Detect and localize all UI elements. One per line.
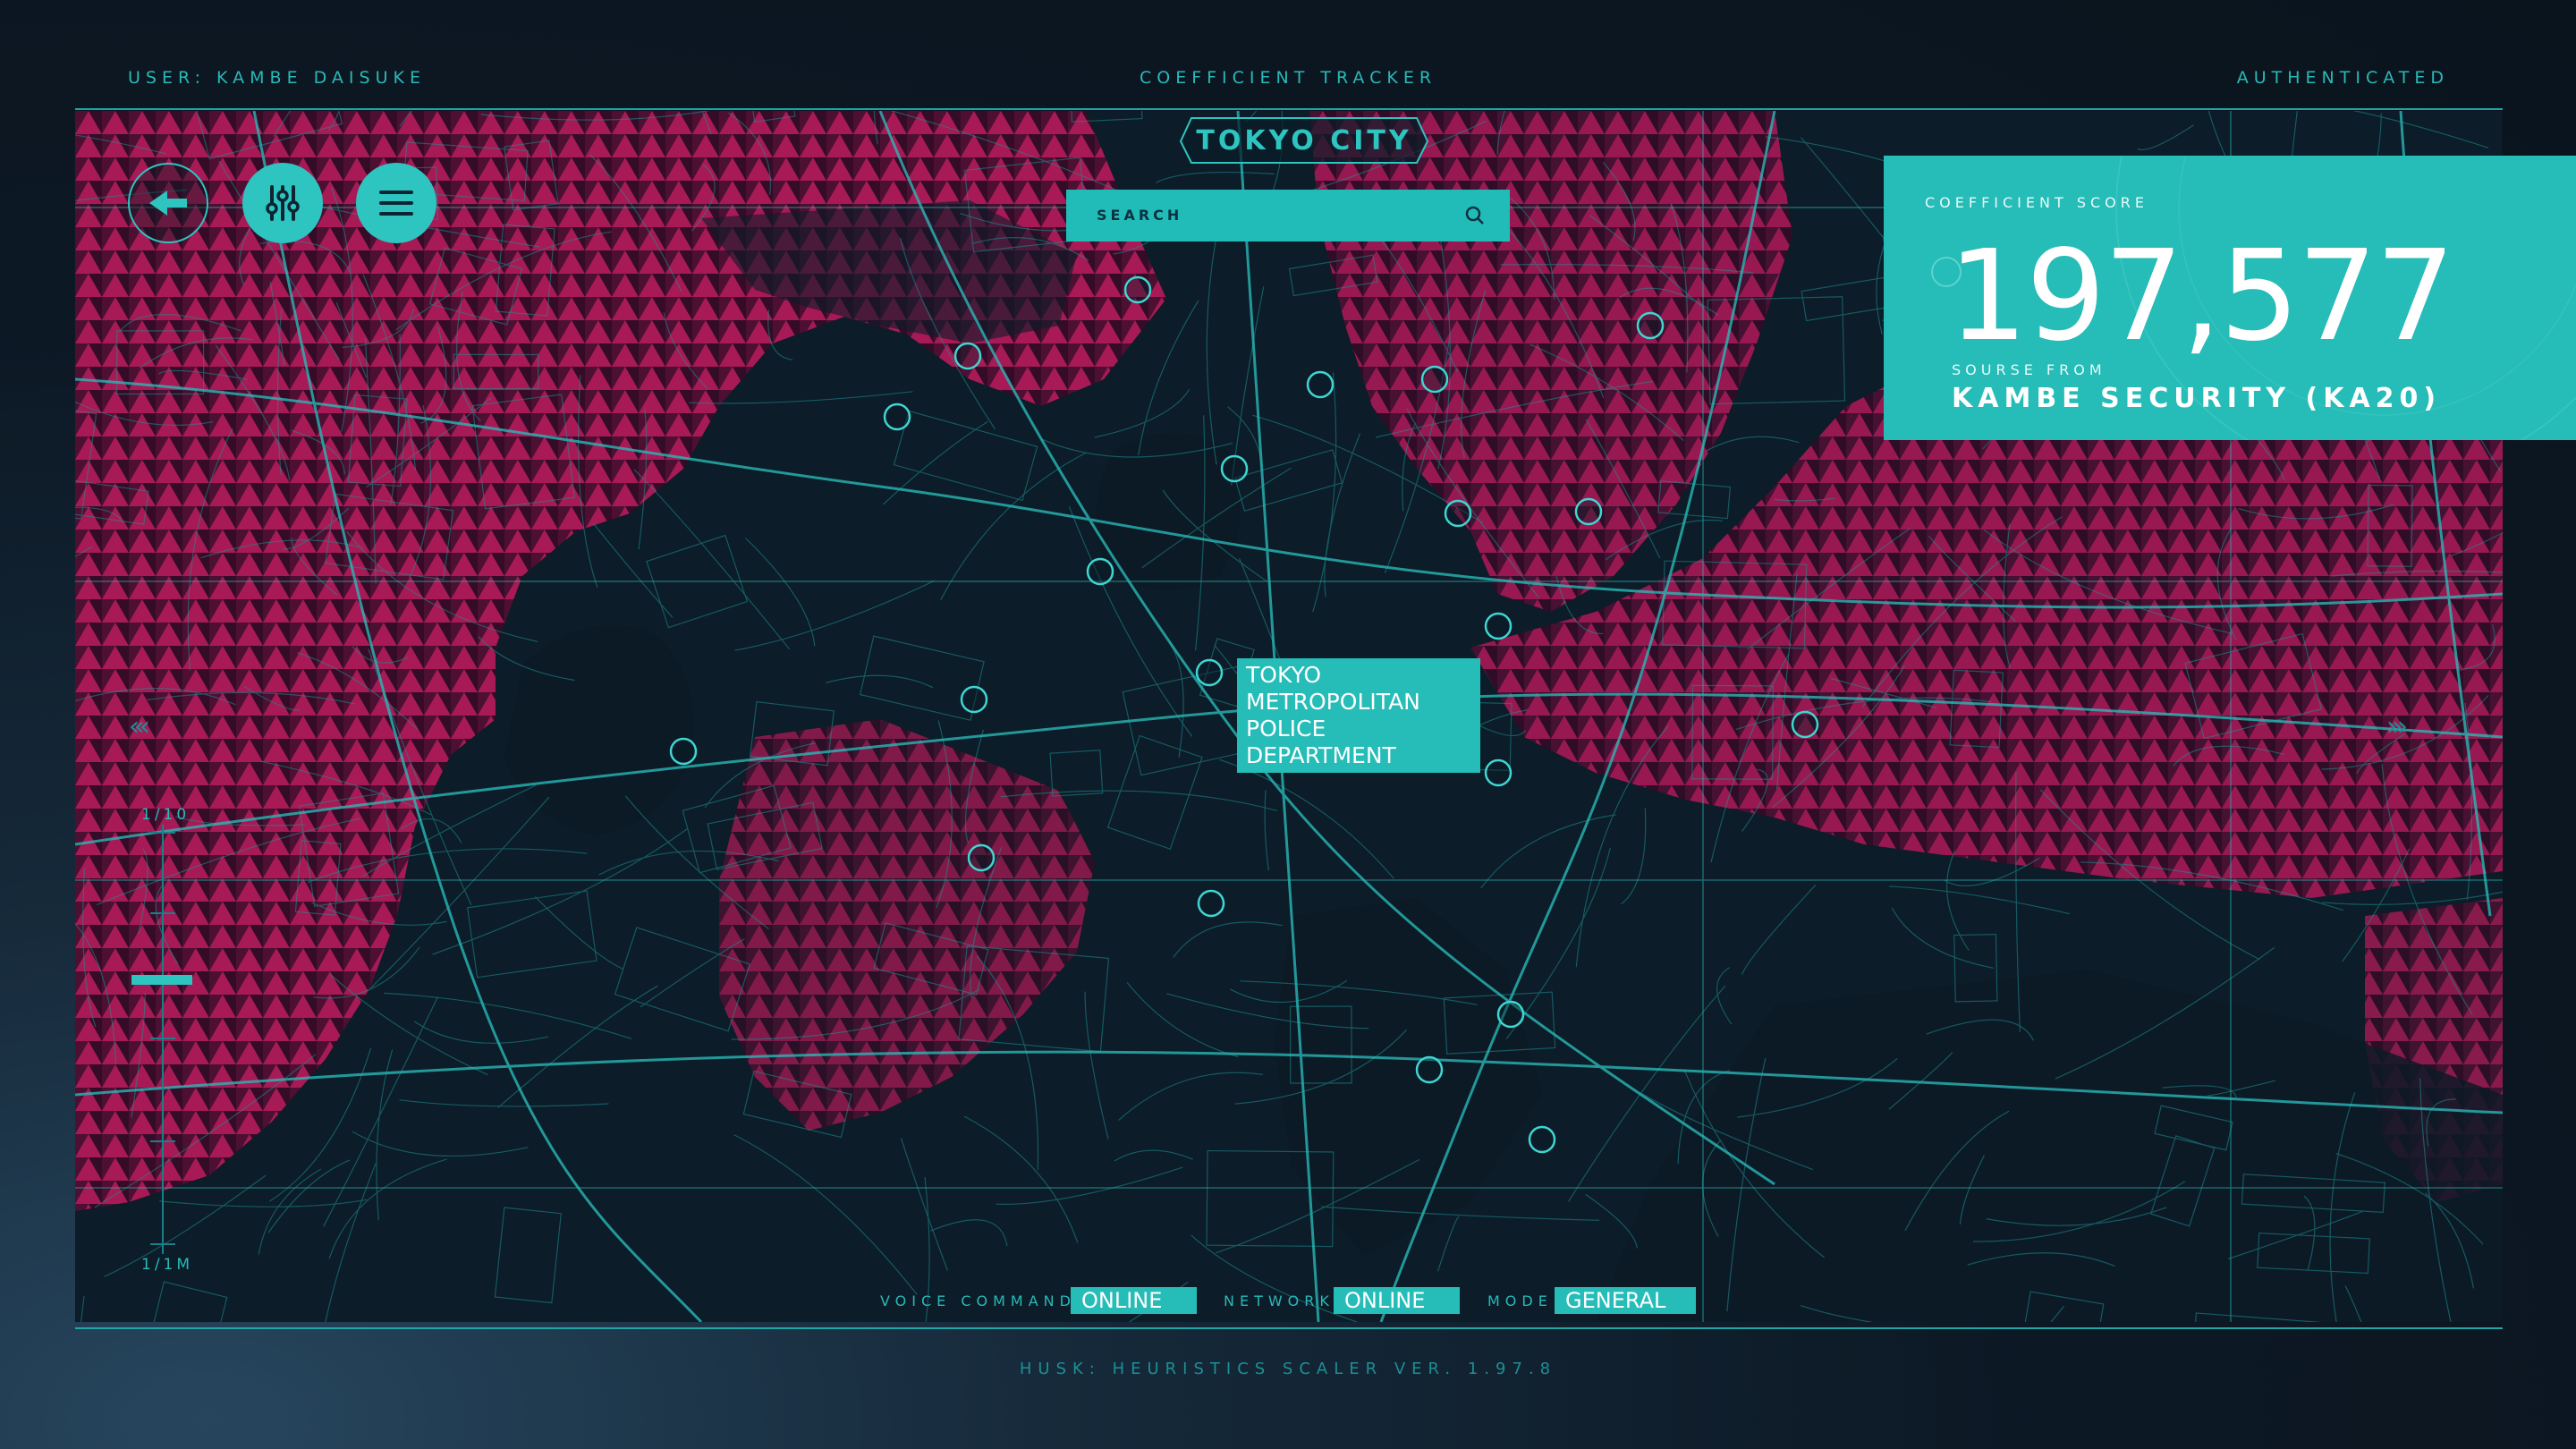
mode-status[interactable]: GENERAL xyxy=(1555,1287,1696,1314)
zoom-slider-track[interactable] xyxy=(162,825,164,1254)
bottom-divider xyxy=(75,1327,2503,1329)
auth-status: AUTHENTICATED xyxy=(2236,68,2449,88)
location-marker xyxy=(953,342,982,370)
arrow-left-icon xyxy=(149,191,187,216)
zoom-tick xyxy=(150,912,175,914)
score-value: 197,577 xyxy=(1948,224,2455,369)
back-button[interactable] xyxy=(128,163,208,243)
app-title: COEFFICIENT TRACKER xyxy=(1139,68,1437,88)
location-marker xyxy=(1420,365,1449,394)
network-label: NETWORK xyxy=(1224,1292,1335,1309)
source-value: KAMBE SECURITY (KA20) xyxy=(1952,383,2442,414)
menu-button[interactable] xyxy=(356,163,436,243)
landmark-label-line1: TOKYO METROPOLITAN xyxy=(1246,662,1420,715)
filter-button[interactable] xyxy=(242,163,323,243)
location-marker xyxy=(1195,658,1224,687)
location-marker xyxy=(1086,557,1114,586)
location-marker xyxy=(1791,710,1819,739)
mode-label: MODE xyxy=(1487,1292,1553,1309)
landmark-label-line2: POLICE DEPARTMENT xyxy=(1246,716,1396,768)
location-marker xyxy=(960,685,988,714)
location-marker xyxy=(1484,612,1513,640)
zoom-slider-handle[interactable] xyxy=(131,974,192,985)
location-marker xyxy=(1496,1000,1525,1029)
source-label: SOURSE FROM xyxy=(1952,361,2106,378)
location-marker xyxy=(1484,758,1513,787)
location-marker xyxy=(669,737,698,766)
top-divider xyxy=(75,108,2503,110)
network-status[interactable]: ONLINE xyxy=(1334,1287,1460,1314)
city-name: TOKYO CITY xyxy=(1196,125,1412,157)
location-marker xyxy=(1123,275,1152,304)
search-bar[interactable]: SEARCH xyxy=(1066,190,1510,242)
zoom-tick xyxy=(150,1243,175,1245)
search-input[interactable]: SEARCH xyxy=(1097,207,1182,224)
location-marker xyxy=(1306,370,1335,399)
hamburger-menu-icon xyxy=(379,191,413,216)
pan-left-arrows-icon[interactable]: ‹‹‹ xyxy=(129,711,150,742)
location-marker xyxy=(883,402,911,431)
location-marker xyxy=(1528,1125,1556,1154)
pan-right-arrows-icon[interactable]: ››› xyxy=(2386,711,2408,742)
search-icon[interactable] xyxy=(1465,206,1485,225)
location-marker xyxy=(1197,889,1225,918)
version-footer: HUSK: HEURISTICS SCALER VER. 1.97.8 xyxy=(1019,1360,1557,1378)
zoom-min-label: 1/1M xyxy=(141,1256,194,1274)
location-marker xyxy=(1220,454,1249,483)
zoom-tick xyxy=(150,1038,175,1039)
zoom-max-label: 1/10 xyxy=(141,806,191,824)
location-marker xyxy=(1444,499,1472,528)
coefficient-score-card: COEFFICIENT SCORE 197,577 SOURSE FROM KA… xyxy=(1884,156,2576,440)
location-marker xyxy=(1636,311,1665,340)
score-label: COEFFICIENT SCORE xyxy=(1925,194,2148,211)
location-marker xyxy=(967,843,996,872)
location-marker xyxy=(1415,1055,1444,1084)
voice-command-label: VOICE COMMAND xyxy=(880,1292,1076,1309)
landmark-label[interactable]: TOKYO METROPOLITAN POLICE DEPARTMENT xyxy=(1237,658,1480,773)
zoom-tick xyxy=(150,1140,175,1142)
sliders-icon xyxy=(266,185,300,221)
zoom-tick xyxy=(150,832,175,834)
voice-command-status[interactable]: ONLINE xyxy=(1071,1287,1197,1314)
location-marker xyxy=(1574,497,1603,526)
